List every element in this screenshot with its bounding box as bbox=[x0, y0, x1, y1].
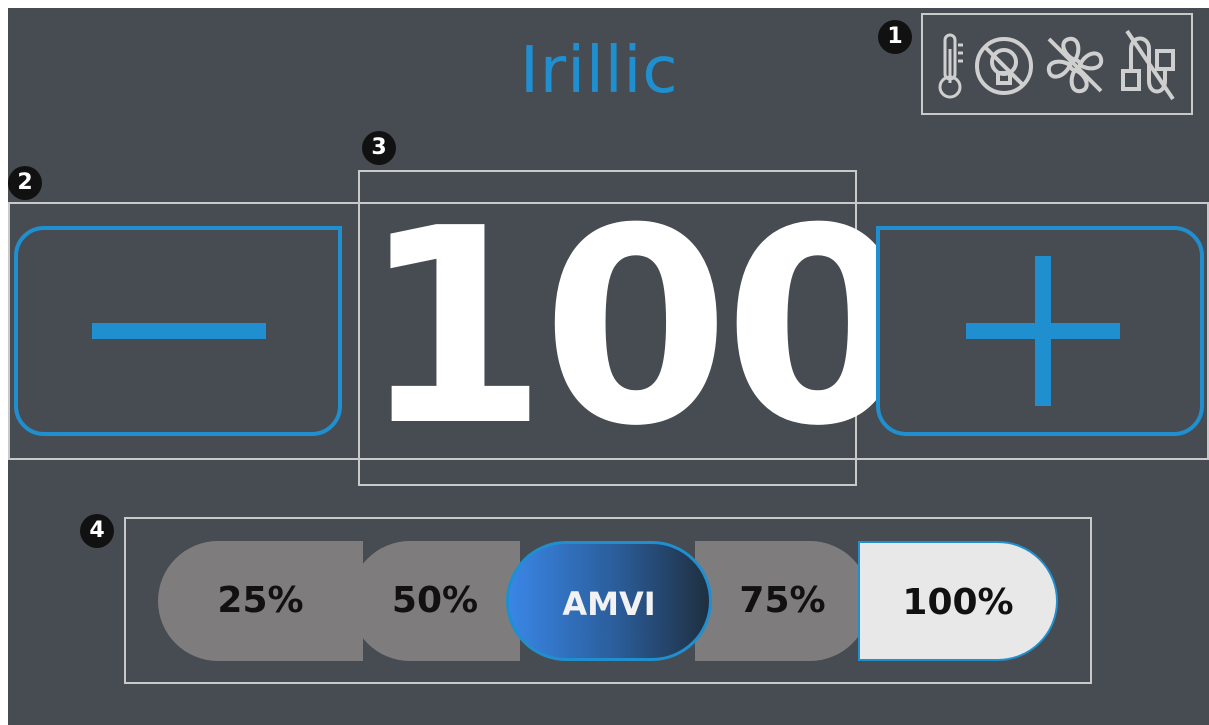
brand-title: Irillic bbox=[520, 34, 679, 108]
light-off-icon bbox=[973, 35, 1035, 97]
callout-badge-1: 1 bbox=[878, 20, 912, 54]
callout-badge-2: 2 bbox=[8, 166, 42, 200]
minus-icon bbox=[92, 323, 266, 339]
increase-button[interactable] bbox=[876, 226, 1204, 436]
fan-off-icon bbox=[1043, 33, 1107, 97]
decrease-button[interactable] bbox=[14, 226, 342, 436]
preset-100-button[interactable]: 100% bbox=[858, 541, 1058, 661]
status-icons-panel bbox=[921, 13, 1193, 115]
preset-75-button[interactable]: 75% bbox=[695, 541, 870, 661]
amvi-button[interactable]: AMVI bbox=[506, 541, 712, 661]
stepper-value: 100 bbox=[360, 170, 912, 485]
preset-50-button[interactable]: 50% bbox=[350, 541, 520, 661]
preset-25-button[interactable]: 25% bbox=[158, 541, 363, 661]
callout-badge-4: 4 bbox=[80, 514, 114, 548]
thermometer-icon bbox=[933, 29, 969, 101]
callout-badge-3: 3 bbox=[362, 131, 396, 165]
cable-off-icon bbox=[1119, 25, 1179, 105]
plus-icon bbox=[1035, 256, 1051, 406]
